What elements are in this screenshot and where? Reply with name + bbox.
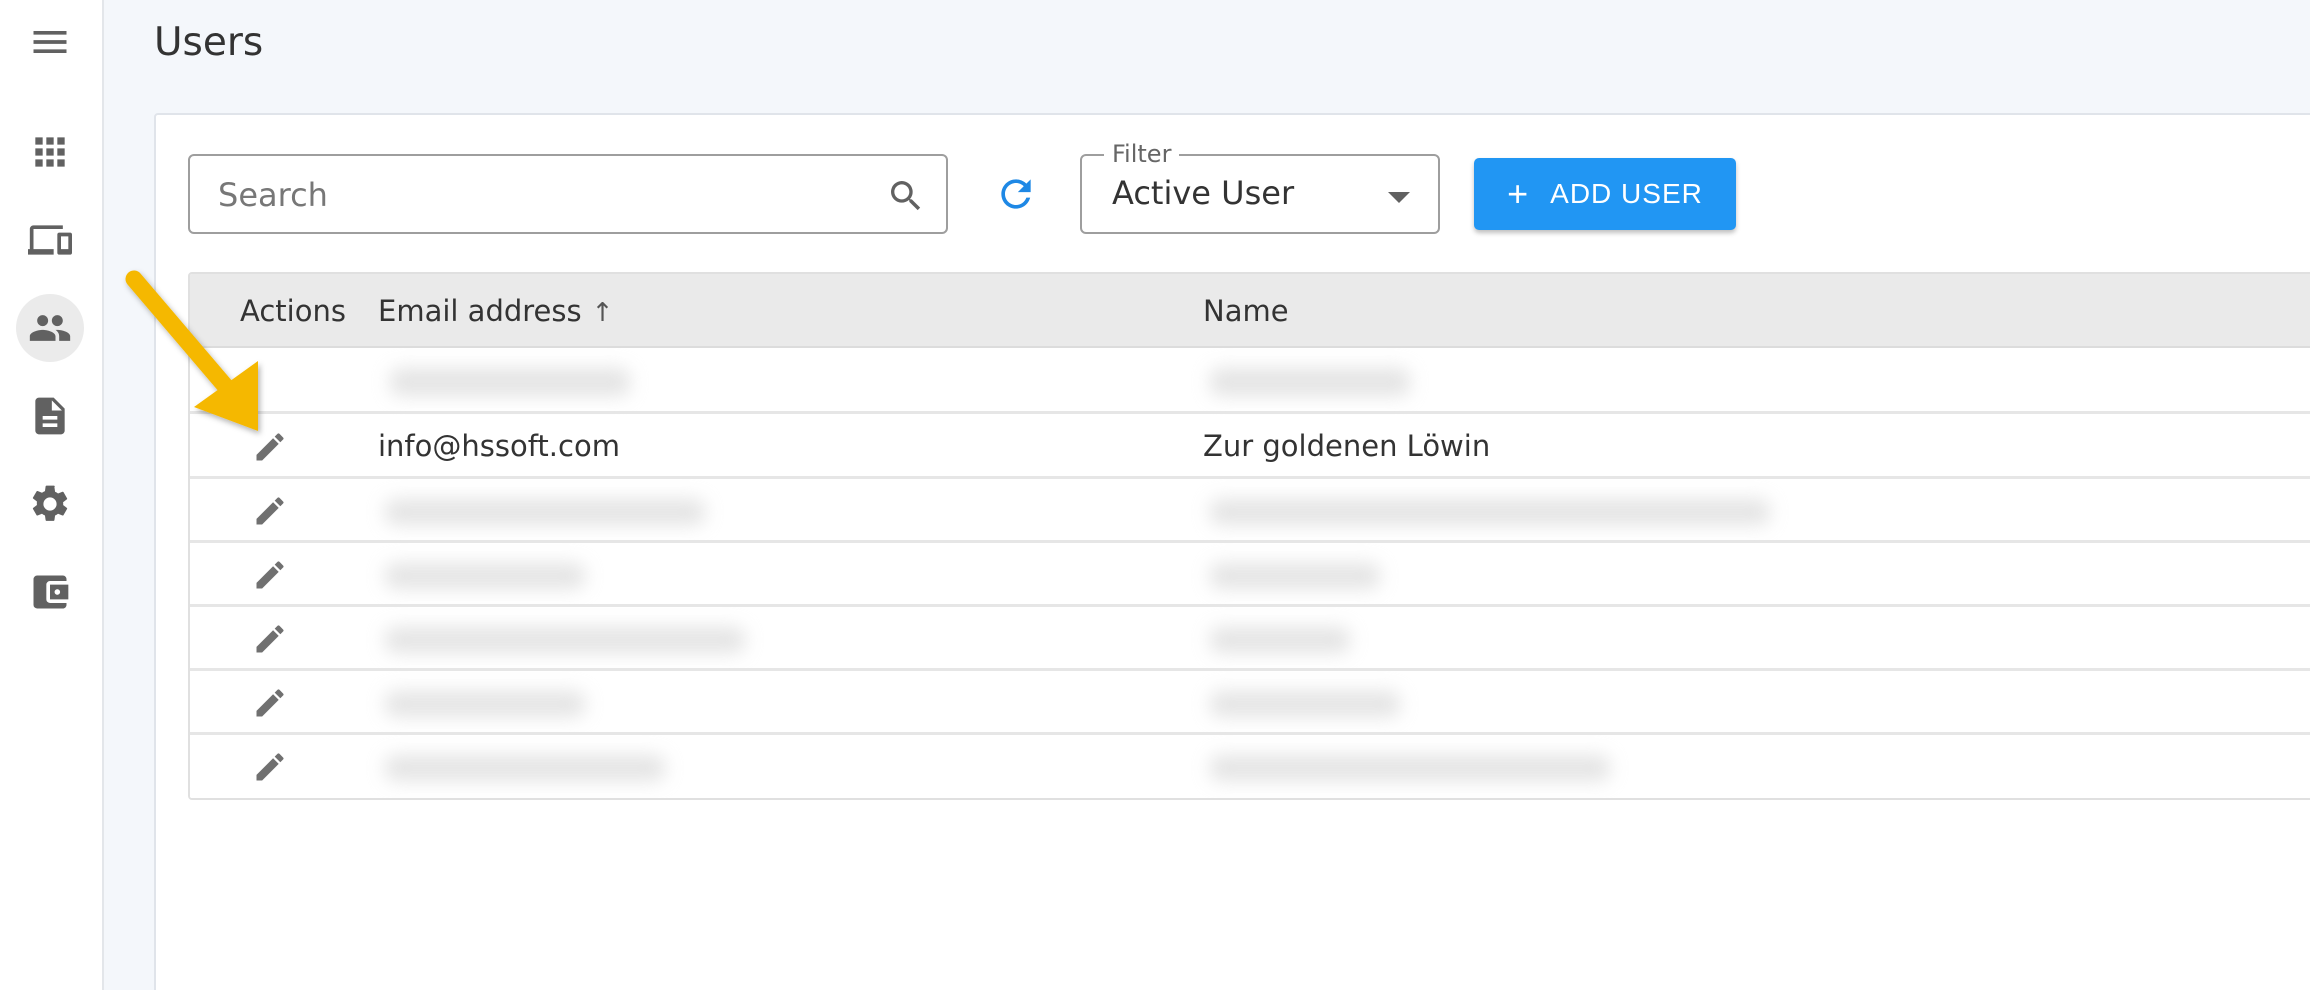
redacted-email bbox=[385, 691, 585, 717]
document-icon[interactable] bbox=[16, 382, 84, 450]
table-row[interactable] bbox=[190, 543, 2310, 607]
refresh-icon bbox=[1001, 179, 1031, 209]
redacted-email bbox=[385, 563, 585, 589]
redacted-name bbox=[1210, 627, 1350, 653]
filter-select[interactable]: Filter Active User bbox=[1080, 140, 1440, 234]
redacted-email bbox=[385, 627, 745, 653]
redacted-name bbox=[1210, 368, 1410, 396]
filter-value: Active User bbox=[1112, 174, 1295, 212]
edit-pencil-icon[interactable] bbox=[252, 557, 288, 593]
cell-email: info@hssoft.com bbox=[378, 429, 620, 463]
chevron-down-icon[interactable] bbox=[1388, 192, 1410, 203]
search-icon[interactable] bbox=[886, 176, 926, 216]
add-user-button[interactable]: + ADD USER bbox=[1474, 158, 1736, 230]
redacted-email bbox=[385, 755, 665, 781]
wallet-icon[interactable] bbox=[16, 558, 84, 626]
column-header-email-label: Email address bbox=[378, 294, 582, 328]
table-row[interactable] bbox=[190, 607, 2310, 671]
edit-pencil-icon[interactable] bbox=[252, 685, 288, 721]
sort-ascending-icon[interactable]: ↑ bbox=[592, 298, 614, 328]
apps-grid-icon[interactable] bbox=[16, 118, 84, 186]
add-user-label: ADD USER bbox=[1550, 178, 1703, 209]
table-row[interactable] bbox=[190, 671, 2310, 735]
edit-pencil-icon[interactable] bbox=[252, 749, 288, 785]
redacted-name bbox=[1210, 563, 1380, 589]
cell-name: Zur goldenen Löwin bbox=[1203, 429, 1491, 463]
plus-icon: + bbox=[1507, 173, 1529, 214]
redacted-name bbox=[1210, 499, 1770, 525]
table-row[interactable] bbox=[190, 350, 2310, 414]
edit-pencil-icon[interactable] bbox=[252, 621, 288, 657]
redacted-name bbox=[1210, 691, 1400, 717]
edit-pencil-icon[interactable] bbox=[252, 493, 288, 529]
redacted-email bbox=[390, 368, 630, 396]
devices-icon[interactable] bbox=[16, 206, 84, 274]
filter-label: Filter bbox=[1104, 140, 1180, 168]
redacted-name bbox=[1210, 755, 1610, 781]
users-table: Actions Email address ↑ Name info@hssoft.… bbox=[188, 272, 2310, 800]
column-header-email[interactable]: Email address ↑ bbox=[378, 294, 613, 328]
annotation-arrow-icon bbox=[125, 270, 258, 431]
menu-icon[interactable] bbox=[16, 8, 84, 76]
table-header: Actions Email address ↑ Name bbox=[190, 274, 2310, 348]
search-input[interactable] bbox=[218, 170, 858, 220]
table-row[interactable]: info@hssoft.com Zur goldenen Löwin bbox=[190, 415, 2310, 479]
users-icon[interactable] bbox=[16, 294, 84, 362]
table-row[interactable] bbox=[190, 479, 2310, 543]
sidebar bbox=[0, 0, 104, 990]
settings-gear-icon[interactable] bbox=[16, 470, 84, 538]
table-row[interactable] bbox=[190, 735, 2310, 798]
refresh-button[interactable] bbox=[992, 170, 1040, 218]
search-field[interactable] bbox=[188, 154, 948, 234]
redacted-email bbox=[385, 499, 705, 525]
column-header-name[interactable]: Name bbox=[1203, 294, 1289, 328]
page-title: Users bbox=[154, 20, 264, 65]
